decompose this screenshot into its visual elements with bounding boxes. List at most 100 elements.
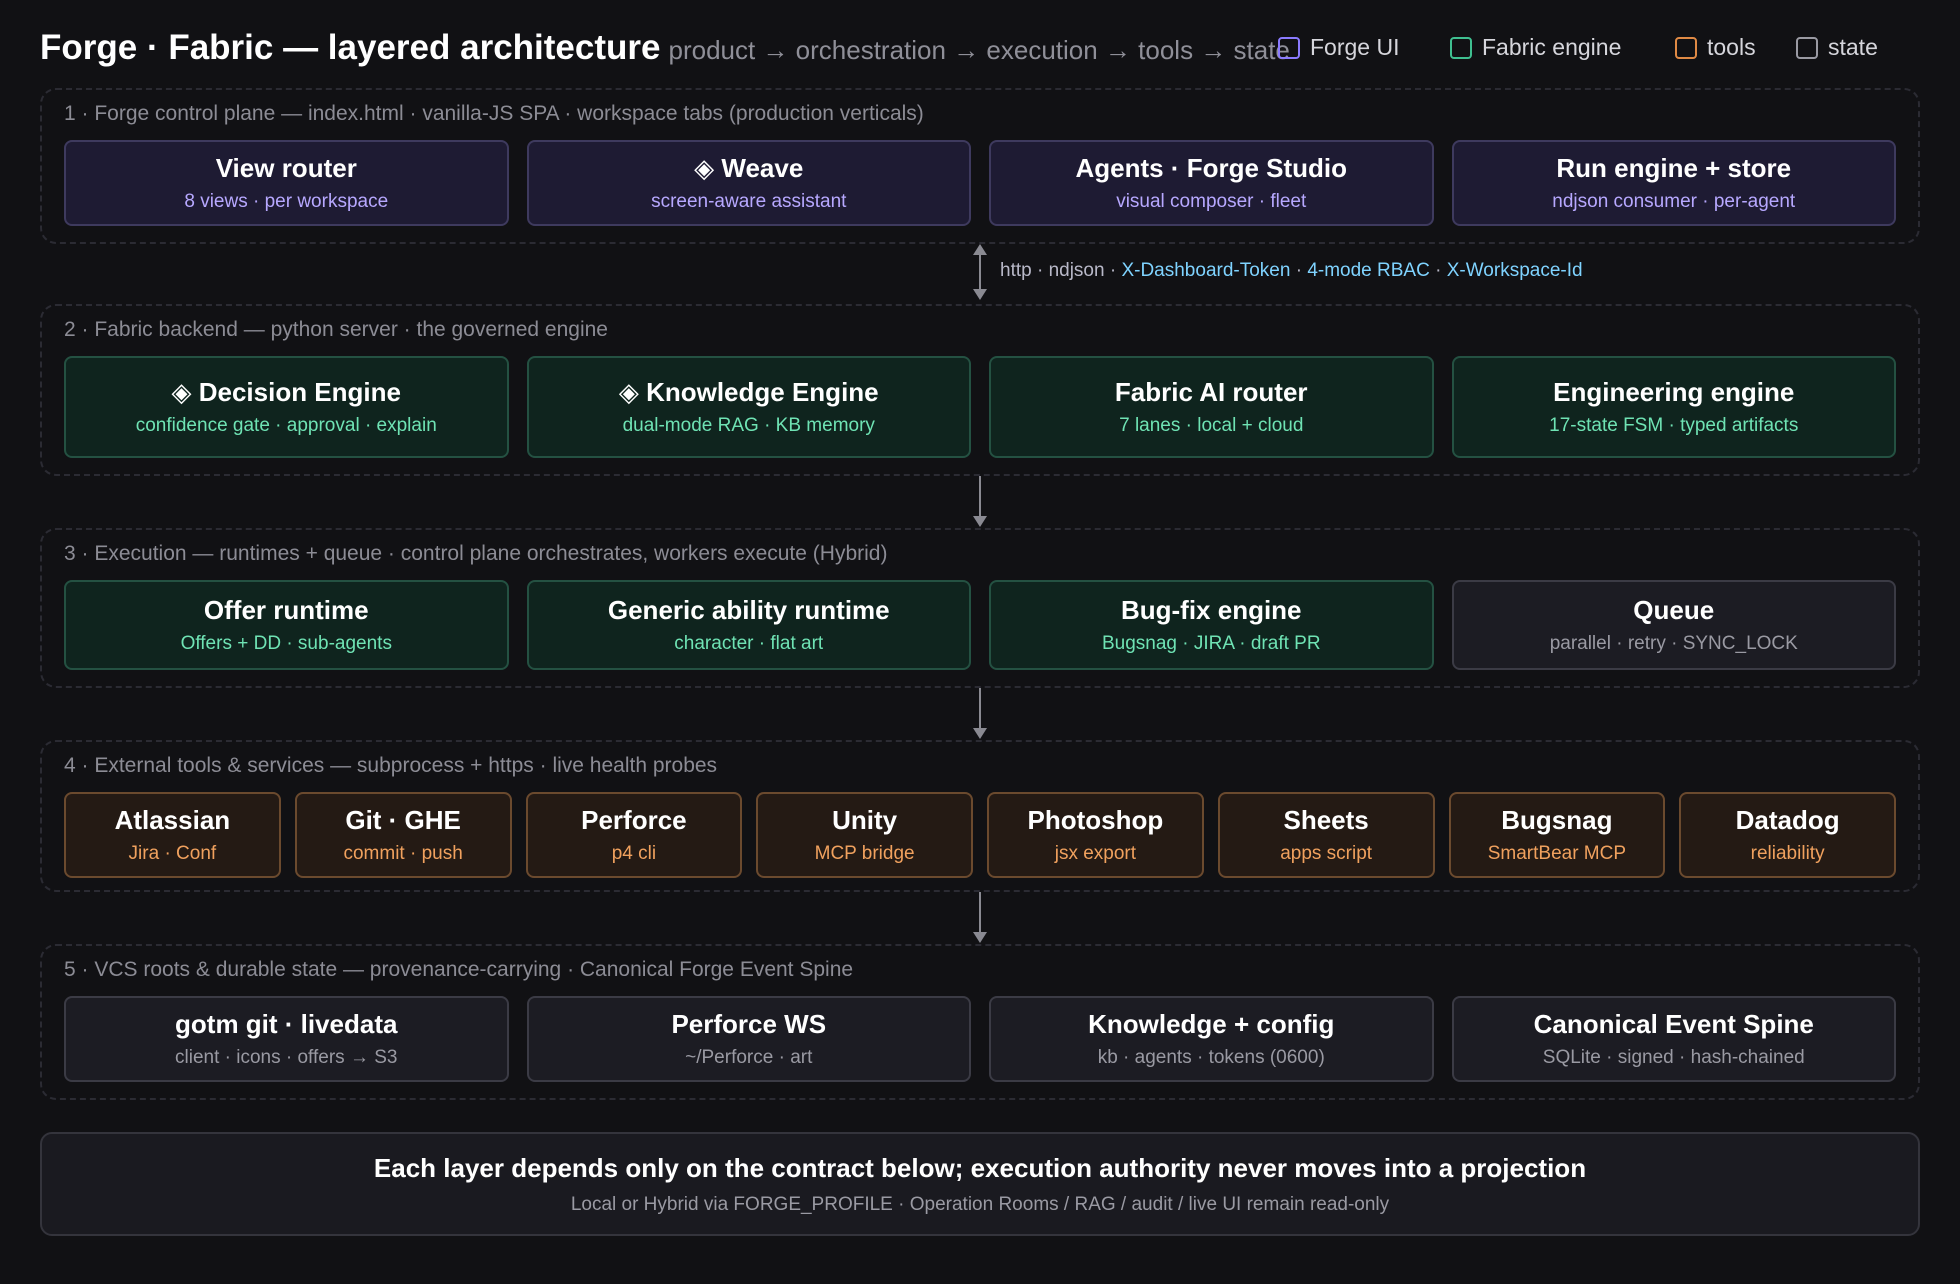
box-subtitle: commit · push bbox=[343, 843, 463, 864]
layer-label: 4 · External tools & services — subproce… bbox=[64, 754, 718, 777]
header: Forge · Fabric — layered architecture pro… bbox=[40, 28, 1920, 72]
box-subtitle: SQLite · signed · hash-chained bbox=[1542, 1047, 1805, 1068]
box-subtitle: Offers + DD · sub-agents bbox=[180, 633, 392, 654]
layer-label: 1 · Forge control plane — index.html · v… bbox=[64, 102, 924, 125]
box-title: Fabric AI router bbox=[1114, 377, 1308, 407]
box-subtitle: ~/Perforce · art bbox=[685, 1047, 813, 1068]
legend-swatch-tools bbox=[1675, 36, 1697, 59]
protocol-rbac: 4-mode RBAC bbox=[1307, 260, 1430, 281]
box-title: Datadog bbox=[1735, 805, 1840, 835]
layer-control-plane: 1 · Forge control plane — index.html · v… bbox=[40, 88, 1920, 244]
layer-row: ◈ Decision Engine confidence gate · appr… bbox=[64, 356, 1896, 458]
box-title: Perforce WS bbox=[671, 1009, 827, 1039]
box-title: Run engine + store bbox=[1556, 153, 1792, 183]
box-title: Photoshop bbox=[1027, 805, 1164, 835]
footer-title: Each layer depends only on the contract … bbox=[373, 1152, 1587, 1183]
box-title: Perforce bbox=[581, 805, 687, 835]
box-subtitle: kb · agents · tokens (0600) bbox=[1097, 1047, 1325, 1068]
architecture-diagram: Forge · Fabric — layered architecture pro… bbox=[0, 0, 1960, 1284]
box-perforce-ws: Perforce WS ~/Perforce · art bbox=[526, 996, 971, 1082]
box-title: Unity bbox=[832, 805, 898, 835]
box-knowledge-engine: ◈ Knowledge Engine dual-mode RAG · KB me… bbox=[526, 356, 971, 458]
box-run-engine-store: Run engine + store ndjson consumer · per… bbox=[1451, 140, 1896, 226]
arrow-down-icon bbox=[973, 289, 987, 300]
layer-row: Offer runtime Offers + DD · sub-agents G… bbox=[64, 580, 1896, 670]
box-title: Sheets bbox=[1283, 805, 1369, 835]
box-title: Knowledge + config bbox=[1088, 1009, 1335, 1039]
protocol-sep: · bbox=[1429, 260, 1447, 281]
box-title: Bugsnag bbox=[1501, 805, 1613, 835]
box-title: ◈ Weave bbox=[694, 153, 804, 183]
connector-line bbox=[979, 892, 981, 934]
legend-swatch-fabric-engine bbox=[1450, 36, 1472, 59]
box-view-router: View router 8 views · per workspace bbox=[64, 140, 509, 226]
box-fabric-ai-router: Fabric AI router 7 lanes · local + cloud bbox=[989, 356, 1434, 458]
box-subtitle: Bugsnag · JIRA · draft PR bbox=[1101, 633, 1321, 654]
legend-swatch-forge-ui bbox=[1278, 36, 1300, 59]
box-title: Atlassian bbox=[114, 805, 231, 835]
layer-row: View router 8 views · per workspace ◈ We… bbox=[64, 140, 1896, 226]
box-subtitle: client · icons · offers → S3 bbox=[175, 1047, 398, 1068]
protocol-sep: · bbox=[1290, 260, 1308, 281]
box-agents-forge-studio: Agents · Forge Studio visual composer · … bbox=[989, 140, 1434, 226]
box-title: gotm git · livedata bbox=[175, 1009, 398, 1039]
box-title: Engineering engine bbox=[1553, 377, 1795, 407]
protocol-workspace: X-Workspace-Id bbox=[1446, 260, 1583, 281]
box-engineering-engine: Engineering engine 17-state FSM · typed … bbox=[1451, 356, 1896, 458]
layer-label: 3 · Execution — runtimes + queue · contr… bbox=[64, 542, 888, 565]
protocol-plain: http · ndjson · bbox=[1000, 260, 1122, 281]
box-subtitle: character · flat art bbox=[674, 633, 824, 654]
box-title: Git · GHE bbox=[345, 805, 461, 835]
box-subtitle: MCP bridge bbox=[814, 843, 915, 864]
box-unity: Unity MCP bridge bbox=[756, 792, 973, 878]
layer-fabric-backend: 2 · Fabric backend — python server · the… bbox=[40, 304, 1920, 476]
legend-label: Forge UI bbox=[1310, 34, 1400, 60]
box-subtitle: parallel · retry · SYNC_LOCK bbox=[1549, 633, 1798, 654]
box-title: ◈ Knowledge Engine bbox=[618, 377, 879, 407]
layer-label: 2 · Fabric backend — python server · the… bbox=[64, 318, 608, 341]
box-decision-engine: ◈ Decision Engine confidence gate · appr… bbox=[64, 356, 509, 458]
page-subtitle: product → orchestration → execution → to… bbox=[668, 35, 1290, 65]
box-subtitle: screen-aware assistant bbox=[651, 191, 847, 212]
box-subtitle: 8 views · per workspace bbox=[184, 191, 389, 212]
box-subtitle: 7 lanes · local + cloud bbox=[1119, 415, 1304, 436]
legend-state: state bbox=[1796, 34, 1878, 61]
box-knowledge-config: Knowledge + config kb · agents · tokens … bbox=[989, 996, 1434, 1082]
box-subtitle: visual composer · fleet bbox=[1116, 191, 1307, 212]
box-title: Queue bbox=[1633, 595, 1715, 625]
layer-label: 5 · VCS roots & durable state — provenan… bbox=[64, 958, 854, 981]
box-title: Agents · Forge Studio bbox=[1075, 153, 1348, 183]
legend-swatch-state bbox=[1796, 36, 1818, 59]
box-subtitle: reliability bbox=[1750, 843, 1825, 864]
box-offer-runtime: Offer runtime Offers + DD · sub-agents bbox=[64, 580, 509, 670]
legend-label: tools bbox=[1707, 34, 1756, 60]
arrow-down-icon bbox=[973, 932, 987, 943]
box-title: Bug-fix engine bbox=[1120, 595, 1302, 625]
legend-tools: tools bbox=[1675, 34, 1756, 61]
box-datadog: Datadog reliability bbox=[1679, 792, 1896, 878]
box-title: ◈ Decision Engine bbox=[171, 377, 401, 407]
connector-line bbox=[979, 476, 981, 518]
legend-forge-ui: Forge UI bbox=[1278, 34, 1399, 61]
box-subtitle: confidence gate · approval · explain bbox=[135, 415, 437, 436]
arrow-down-icon bbox=[973, 728, 987, 739]
box-bug-fix-engine: Bug-fix engine Bugsnag · JIRA · draft PR bbox=[989, 580, 1434, 670]
footer-contract-note: Each layer depends only on the contract … bbox=[40, 1132, 1920, 1236]
legend-label: state bbox=[1828, 34, 1878, 60]
legend-fabric-engine: Fabric engine bbox=[1450, 34, 1621, 61]
box-subtitle: apps script bbox=[1280, 843, 1373, 864]
box-subtitle: p4 cli bbox=[611, 843, 657, 864]
box-subtitle: SmartBear MCP bbox=[1487, 843, 1627, 864]
box-weave: ◈ Weave screen-aware assistant bbox=[526, 140, 971, 226]
box-subtitle: 17-state FSM · typed artifacts bbox=[1549, 415, 1799, 436]
box-photoshop: Photoshop jsx export bbox=[987, 792, 1204, 878]
legend-label: Fabric engine bbox=[1482, 34, 1622, 60]
box-canonical-event-spine: Canonical Event Spine SQLite · signed · … bbox=[1451, 996, 1896, 1082]
box-subtitle: dual-mode RAG · KB memory bbox=[622, 415, 875, 436]
box-generic-ability-runtime: Generic ability runtime character · flat… bbox=[526, 580, 971, 670]
box-subtitle: Jira · Conf bbox=[128, 843, 217, 864]
box-perforce: Perforce p4 cli bbox=[525, 792, 743, 878]
box-title: Canonical Event Spine bbox=[1533, 1009, 1814, 1039]
box-queue: Queue parallel · retry · SYNC_LOCK bbox=[1451, 580, 1896, 670]
layer-execution: 3 · Execution — runtimes + queue · contr… bbox=[40, 528, 1920, 688]
